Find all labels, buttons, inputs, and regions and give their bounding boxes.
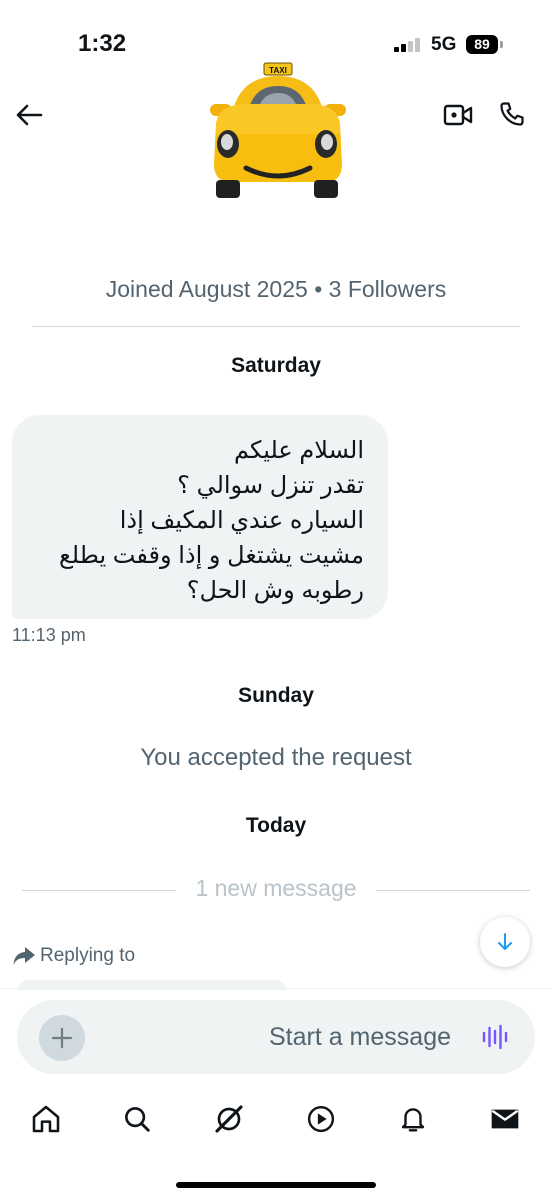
home-icon	[32, 1105, 60, 1133]
new-message-divider: 1 new message	[195, 875, 357, 901]
message-line: مشيت يشتغل و إذا وقفت يطلع	[59, 542, 364, 569]
grok-icon	[215, 1105, 243, 1133]
add-media-button[interactable]	[39, 1015, 85, 1061]
replying-to[interactable]: Replying to	[12, 945, 135, 967]
profile-meta: Joined August 2025 • 3 Followers	[105, 276, 447, 302]
avatar[interactable]: TAXI	[206, 60, 348, 202]
video-call-icon	[443, 104, 473, 126]
message-line: رطوبه وش الحل؟	[186, 577, 364, 604]
message-line: السلام عليكم	[234, 437, 364, 464]
video-call-button[interactable]	[440, 98, 476, 132]
tab-search[interactable]	[112, 1094, 162, 1144]
taxi-emoji: TAXI	[210, 62, 346, 198]
day-label-sunday: Sunday	[238, 684, 314, 707]
system-message: You accepted the request	[140, 744, 412, 771]
scroll-to-bottom-button[interactable]	[480, 917, 530, 967]
signal-strength-icon	[394, 38, 424, 52]
tab-grok[interactable]	[204, 1094, 254, 1144]
network-type: 5G	[431, 34, 457, 55]
bottom-tab-bar	[0, 1094, 552, 1144]
arrow-down-icon	[498, 933, 512, 950]
message-input[interactable]	[107, 1020, 451, 1054]
reply-arrow-icon	[13, 947, 35, 965]
day-label-today: Today	[245, 814, 307, 837]
new-message-divider-line	[376, 890, 530, 891]
tab-notifications[interactable]	[388, 1094, 438, 1144]
tab-messages[interactable]	[480, 1094, 530, 1144]
back-button[interactable]	[12, 98, 46, 132]
arrow-left-icon	[16, 104, 43, 126]
status-time: 1:32	[78, 30, 127, 57]
day-label-saturday: Saturday	[231, 354, 321, 377]
tab-video[interactable]	[296, 1094, 346, 1144]
bell-icon	[401, 1108, 425, 1132]
battery-indicator: 89	[466, 35, 498, 54]
new-message-divider-line	[22, 890, 176, 891]
voice-message-button[interactable]	[479, 1022, 511, 1052]
plus-icon	[51, 1027, 73, 1049]
message-composer	[17, 1000, 535, 1074]
message-bubble[interactable]: السلام عليكم تقدر تنزل سوالي ؟ السياره ع…	[12, 415, 388, 619]
message-line: تقدر تنزل سوالي ؟	[177, 472, 364, 499]
svg-text:TAXI: TAXI	[269, 66, 287, 75]
call-button[interactable]	[494, 96, 530, 132]
search-icon	[125, 1107, 150, 1132]
mail-icon	[491, 1109, 519, 1129]
tab-home[interactable]	[21, 1094, 71, 1144]
replying-to-label: Replying to	[40, 945, 136, 966]
battery-cap	[500, 41, 503, 48]
message-timestamp: 11:13 pm	[12, 625, 86, 645]
phone-icon	[500, 102, 524, 126]
voice-wave-icon	[482, 1024, 508, 1050]
video-play-icon	[307, 1105, 335, 1133]
message-line: السياره عندي المكيف إذا	[119, 507, 364, 534]
home-indicator	[176, 1182, 376, 1188]
header-divider	[32, 326, 520, 327]
composer-divider	[0, 988, 552, 989]
